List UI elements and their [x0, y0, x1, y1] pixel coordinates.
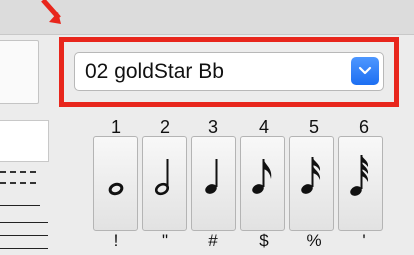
toolbar [0, 0, 414, 35]
left-panel [0, 40, 49, 255]
note-number-2: 2 [159, 117, 170, 137]
staff-line [0, 248, 48, 249]
note-button-3[interactable] [191, 136, 236, 231]
staff-line [0, 222, 48, 223]
note-button-6[interactable] [338, 136, 383, 231]
note-button-1[interactable] [93, 136, 138, 231]
shortcut-label-1: ! [113, 231, 119, 250]
shortcut-label-2: " [161, 231, 169, 250]
left-panel-box[interactable] [0, 120, 49, 162]
note-number-1: 1 [110, 117, 121, 137]
whole-note-icon [108, 182, 124, 196]
dashed-line [0, 182, 36, 184]
note-number-5: 5 [308, 117, 319, 137]
note-number-6: 6 [358, 117, 369, 137]
shortcut-label-5: % [306, 231, 322, 250]
preset-select-value: 02 goldStar Bb [85, 60, 224, 83]
shortcut-label-3: # [208, 231, 218, 250]
thirty-second-note-icon [350, 155, 369, 196]
sixteenth-note-icon [301, 157, 321, 194]
note-number-4: 4 [258, 117, 269, 137]
quarter-note-icon [205, 159, 218, 194]
note-number-3: 3 [207, 117, 218, 137]
note-button-4[interactable] [240, 136, 285, 231]
chevron-down-icon[interactable] [351, 57, 379, 85]
preset-select[interactable]: 02 goldStar Bb [74, 52, 384, 91]
note-button-5[interactable] [289, 136, 334, 231]
dashed-line [0, 171, 36, 173]
left-panel-field[interactable] [0, 40, 39, 104]
staff-line [0, 205, 40, 206]
shortcut-label-6: ' [362, 231, 366, 250]
staff-line [0, 235, 48, 236]
eighth-note-icon [252, 159, 272, 194]
annotation-arrow-icon [41, 0, 61, 24]
shortcut-label-4: $ [259, 231, 269, 250]
note-button-2[interactable] [142, 136, 187, 231]
half-note-icon [154, 159, 170, 196]
